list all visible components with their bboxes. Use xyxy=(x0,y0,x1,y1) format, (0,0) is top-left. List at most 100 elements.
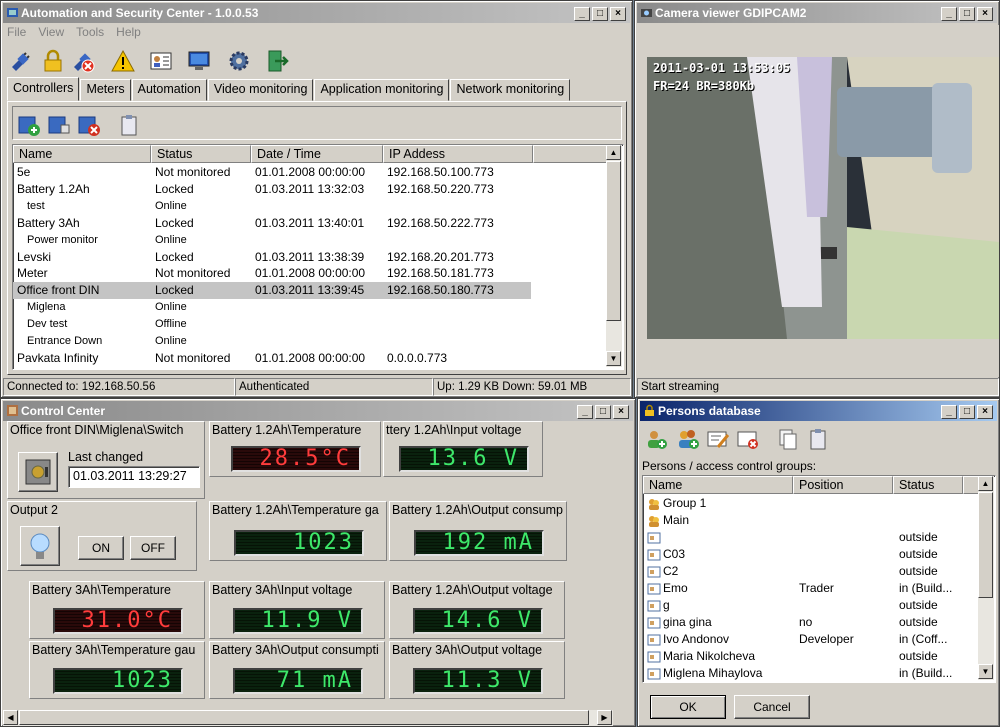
cc-minimize-button[interactable]: _ xyxy=(577,405,593,419)
ok-button[interactable]: OK xyxy=(650,695,726,719)
close-button[interactable]: × xyxy=(610,7,626,21)
cc-scroll-right-button[interactable]: ▶ xyxy=(597,710,612,725)
persons-close-button[interactable]: × xyxy=(977,405,993,419)
controller-row[interactable]: Office front DIN Locked 01.03.2011 13:39:4… xyxy=(13,282,531,300)
person-row[interactable]: Maria Nikolcheva outside xyxy=(643,648,977,665)
add-person-icon[interactable] xyxy=(644,427,668,451)
controller-subrow[interactable]: Miglena Online xyxy=(13,299,531,316)
plug-icon[interactable] xyxy=(9,49,33,73)
person-row[interactable]: outside xyxy=(643,529,977,546)
minimize-button[interactable]: _ xyxy=(574,7,590,21)
group-row[interactable]: Group 1 xyxy=(643,495,977,512)
persons-scrollbar[interactable]: ▲ ▼ xyxy=(978,476,994,680)
persons-scroll-thumb[interactable] xyxy=(978,492,993,598)
add-controller-icon[interactable] xyxy=(17,113,41,137)
edit-controller-icon[interactable] xyxy=(47,113,71,137)
controller-row[interactable]: Levski Locked 01.03.2011 13:38:39 192.168.2… xyxy=(13,249,531,266)
controller-row[interactable]: 5e Not monitored 01.01.2008 00:00:00 192.16… xyxy=(13,164,531,181)
person-row[interactable]: g outside xyxy=(643,597,977,614)
tab-application-monitoring[interactable]: Application monitoring xyxy=(314,79,450,101)
tab-controllers[interactable]: Controllers xyxy=(7,77,80,101)
controller-subrow[interactable]: Power monitor Online xyxy=(13,232,531,249)
maximize-button[interactable]: □ xyxy=(592,7,608,21)
person-row[interactable]: C03 outside xyxy=(643,546,977,563)
tab-network-monitoring[interactable]: Network monitoring xyxy=(450,79,571,101)
main-titlebar[interactable]: Automation and Security Center - 1.0.0.5… xyxy=(3,3,630,23)
cc-close-button[interactable]: × xyxy=(613,405,629,419)
cc-maximize-button[interactable]: □ xyxy=(595,405,611,419)
person-card-icon xyxy=(647,617,661,629)
col-person-status[interactable]: Status xyxy=(893,476,963,494)
scroll-thumb[interactable] xyxy=(606,161,621,321)
copy-icon[interactable] xyxy=(776,427,800,451)
persons-titlebar[interactable]: Persons database _ □ × xyxy=(640,401,997,421)
scroll-up-button[interactable]: ▲ xyxy=(606,145,621,160)
persons-minimize-button[interactable]: _ xyxy=(941,405,957,419)
controller-row[interactable]: Battery 3Ah Locked 01.03.2011 13:40:01 192.… xyxy=(13,215,531,232)
add-group-icon[interactable] xyxy=(676,427,700,451)
exit-icon[interactable] xyxy=(265,49,289,73)
on-button[interactable]: ON xyxy=(78,536,124,560)
controller-subrow[interactable]: Entrance Down Online xyxy=(13,333,531,350)
monitor-icon[interactable] xyxy=(187,49,211,73)
person-row[interactable]: Miglena Mihaylova in (Build... xyxy=(643,665,977,682)
edit-person-icon[interactable] xyxy=(706,427,730,451)
person-row[interactable]: C2 outside xyxy=(643,563,977,580)
controller-subrow[interactable]: Dev test Offline xyxy=(13,316,531,333)
persons-maximize-button[interactable]: □ xyxy=(959,405,975,419)
cc-scroll-left-button[interactable]: ◀ xyxy=(3,710,18,725)
controller-row[interactable]: Meter Not monitored 01.01.2008 00:00:00 192… xyxy=(13,265,531,282)
camera-titlebar[interactable]: Camera viewer GDIPCAM2 _ □ × xyxy=(637,3,997,23)
camera-close-button[interactable]: × xyxy=(977,7,993,21)
door-button[interactable] xyxy=(18,452,58,492)
col-name[interactable]: Name xyxy=(13,145,151,163)
bulb-button[interactable] xyxy=(20,526,60,566)
col-datetime[interactable]: Date / Time xyxy=(251,145,383,163)
persons-scroll-up-button[interactable]: ▲ xyxy=(978,476,993,491)
camera-maximize-button[interactable]: □ xyxy=(959,7,975,21)
camera-minimize-button[interactable]: _ xyxy=(941,7,957,21)
cc-hscrollbar[interactable]: ◀ ▶ xyxy=(3,710,613,726)
tab-automation[interactable]: Automation xyxy=(131,79,207,101)
controllers-scrollbar[interactable]: ▲ ▼ xyxy=(606,145,622,367)
cc-scroll-thumb[interactable] xyxy=(19,710,589,725)
delete-controller-icon[interactable] xyxy=(77,113,101,137)
cell-ip: 192.168.50.220.773 xyxy=(387,181,494,196)
off-button[interactable]: OFF xyxy=(130,536,176,560)
persons-scroll-down-button[interactable]: ▼ xyxy=(978,664,993,679)
tab-video-monitoring[interactable]: Video monitoring xyxy=(207,79,314,101)
col-status[interactable]: Status xyxy=(151,145,251,163)
gauge-value: 1023 xyxy=(234,530,364,556)
clipboard-icon[interactable] xyxy=(117,113,141,137)
controller-row[interactable]: Pavkata Infinity Not monitored 01.01.2008 … xyxy=(13,350,531,367)
lock-icon[interactable] xyxy=(41,49,65,73)
controllers-grid: Name Status Date / Time IP Addess 5e Not … xyxy=(12,144,624,370)
control-center-titlebar[interactable]: Control Center _ □ × xyxy=(3,401,633,421)
person-cell-position: no xyxy=(799,615,813,629)
col-person-name[interactable]: Name xyxy=(643,476,793,494)
scroll-down-button[interactable]: ▼ xyxy=(606,351,621,366)
menu-file[interactable]: File xyxy=(7,25,26,39)
delete-person-icon[interactable] xyxy=(736,427,760,451)
plug-off-icon[interactable] xyxy=(71,49,95,73)
col-ip-address[interactable]: IP Addess xyxy=(383,145,533,163)
person-row[interactable]: Emo Trader in (Build... xyxy=(643,580,977,597)
tab-meters[interactable]: Meters xyxy=(80,79,131,101)
person-card-icon xyxy=(647,651,661,663)
col-person-position[interactable]: Position xyxy=(793,476,893,494)
gear-icon[interactable] xyxy=(227,49,251,73)
id-card-icon[interactable] xyxy=(149,49,173,73)
group-row[interactable]: Main xyxy=(643,512,977,529)
cell-name: Battery 3Ah xyxy=(17,215,80,230)
menu-help[interactable]: Help xyxy=(116,25,141,39)
menu-view[interactable]: View xyxy=(38,25,64,39)
cancel-button[interactable]: Cancel xyxy=(734,695,810,719)
controller-subrow[interactable]: test Online xyxy=(13,198,531,215)
warning-icon[interactable] xyxy=(111,49,135,73)
clipboard-icon[interactable] xyxy=(806,427,830,451)
menu-tools[interactable]: Tools xyxy=(76,25,104,39)
lock-icon xyxy=(645,404,654,416)
controller-row[interactable]: Battery 1.2Ah Locked 01.03.2011 13:32:03 19… xyxy=(13,181,531,198)
person-row[interactable]: Ivo Andonov Developer in (Coff... xyxy=(643,631,977,648)
person-row[interactable]: gina gina no outside xyxy=(643,614,977,631)
